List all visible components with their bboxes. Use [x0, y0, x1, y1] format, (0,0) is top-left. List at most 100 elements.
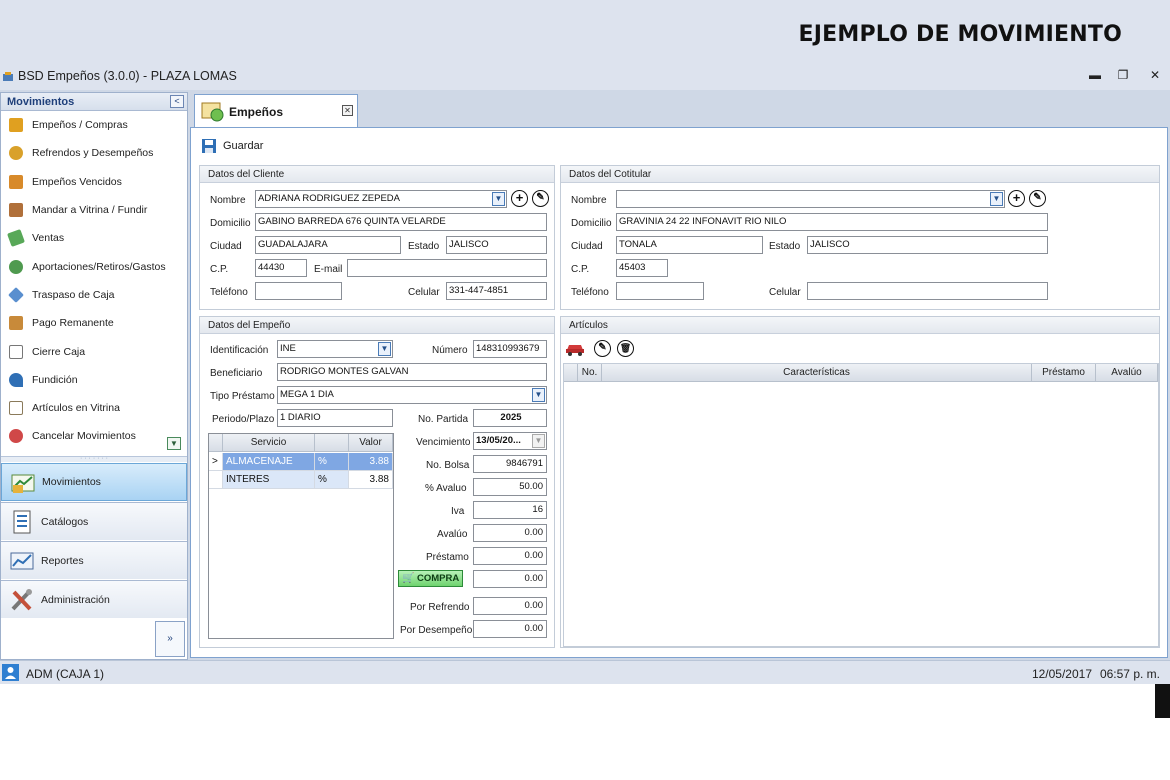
- cliente-nombre-combo[interactable]: ADRIANA RODRIGUEZ ZEPEDA ▼: [255, 190, 507, 208]
- grid-header-tipo[interactable]: [315, 434, 349, 452]
- scroll-down-button[interactable]: ▼: [167, 437, 181, 450]
- chevron-down-icon[interactable]: ▼: [532, 388, 545, 402]
- sidebar-item-cancelar[interactable]: Cancelar Movimientos: [1, 422, 187, 450]
- iva-field[interactable]: 16: [473, 501, 547, 519]
- cliente-ciudad-field[interactable]: GUADALAJARA: [255, 236, 401, 254]
- sidebar-item-aportaciones[interactable]: Aportaciones/Retiros/Gastos: [1, 252, 187, 280]
- table-cell[interactable]: 3.88: [349, 471, 393, 489]
- prestamo-field[interactable]: 0.00: [473, 547, 547, 565]
- sidebar-header-label: Movimientos: [7, 96, 75, 108]
- grid-header-caracteristicas[interactable]: Características: [602, 364, 1032, 382]
- tipo-prestamo-combo[interactable]: MEGA 1 DIA ▼: [277, 386, 547, 404]
- save-button[interactable]: Guardar: [201, 138, 263, 154]
- cotitular-nombre-combo[interactable]: ▼: [616, 190, 1005, 208]
- add-cliente-button[interactable]: +: [511, 190, 528, 207]
- sidebar-item-ventas[interactable]: Ventas: [1, 224, 187, 252]
- edit-cotitular-button[interactable]: ✎: [1029, 190, 1046, 207]
- sidebar-item-fundicion[interactable]: Fundición: [1, 366, 187, 394]
- table-cell[interactable]: INTERES: [223, 471, 315, 489]
- section-movimientos[interactable]: Movimientos: [1, 463, 187, 501]
- bolsa-field[interactable]: 9846791: [473, 455, 547, 473]
- celular-label: Celular: [769, 287, 801, 298]
- tab-empenos[interactable]: Empeños ✕: [194, 94, 358, 128]
- main-area: Empeños ✕ Guardar Datos del Cliente Nomb…: [190, 92, 1168, 658]
- expand-sections-button[interactable]: »: [155, 621, 185, 657]
- payment-icon: [9, 316, 23, 331]
- cotitular-ciudad-field[interactable]: TONALA: [616, 236, 763, 254]
- desempeno-field[interactable]: 0.00: [473, 620, 547, 638]
- cotitular-cp-field[interactable]: 45403: [616, 259, 668, 277]
- periodo-field[interactable]: 1 DIARIO: [277, 409, 393, 427]
- avaluo-field[interactable]: 0.00: [473, 524, 547, 542]
- refrendo-field[interactable]: 0.00: [473, 597, 547, 615]
- empeno-title: Datos del Empeño: [200, 317, 554, 334]
- cliente-cp-field[interactable]: 44430: [255, 259, 307, 277]
- domicilio-label: Domicilio: [571, 218, 612, 229]
- grid-header-servicio[interactable]: Servicio: [223, 434, 315, 452]
- vencimiento-picker[interactable]: 13/05/20... ▼: [473, 432, 547, 450]
- cliente-domicilio-field[interactable]: GABINO BARREDA 676 QUINTA VELARDE: [255, 213, 547, 231]
- sidebar-item-empenos-compras[interactable]: Empeños / Compras: [1, 111, 187, 139]
- avaluo-pct-label: % Avaluo: [425, 483, 467, 494]
- compra-button[interactable]: 🛒 COMPRA: [398, 570, 463, 587]
- cotitular-telefono-field[interactable]: [616, 282, 704, 300]
- cotitular-estado-field[interactable]: JALISCO: [807, 236, 1048, 254]
- sidebar-item-pago-remanente[interactable]: Pago Remanente: [1, 309, 187, 337]
- sidebar-item-vitrina-fundir[interactable]: Mandar a Vitrina / Fundir: [1, 196, 187, 224]
- grid-header-valor[interactable]: Valor: [349, 434, 393, 452]
- showcase-icon: [9, 401, 23, 416]
- grid-header-no[interactable]: No.: [578, 364, 602, 382]
- cotitular-celular-field[interactable]: [807, 282, 1048, 300]
- chevron-down-icon[interactable]: ▼: [492, 192, 505, 206]
- grid-header-avaluo[interactable]: Avalúo: [1096, 364, 1158, 382]
- empeno-panel: Datos del Empeño Identificación INE ▼ Núm…: [199, 316, 555, 648]
- cliente-email-field[interactable]: [347, 259, 547, 277]
- bolsa-label: No. Bolsa: [426, 460, 470, 471]
- table-cell[interactable]: ALMACENAJE: [223, 453, 315, 471]
- cliente-celular-field[interactable]: 331-447-4851: [446, 282, 547, 300]
- sidebar-item-traspaso[interactable]: Traspaso de Caja: [1, 281, 187, 309]
- beneficiario-field[interactable]: RODRIGO MONTES GALVAN: [277, 363, 547, 381]
- section-label: Movimientos: [42, 476, 101, 488]
- section-label: Catálogos: [41, 515, 89, 528]
- minimize-button[interactable]: ▬: [1087, 68, 1103, 86]
- cotitular-domicilio-field[interactable]: GRAVINIA 24 22 INFONAVIT RIO NILO: [616, 213, 1048, 231]
- splitter-grip[interactable]: · · · · · · ·: [1, 455, 187, 462]
- delete-articulo-button[interactable]: 🗑: [617, 340, 634, 357]
- tipo-prestamo-value: MEGA 1 DIA: [280, 389, 334, 400]
- sidebar-item-articulos-vitrina[interactable]: Artículos en Vitrina: [1, 394, 187, 422]
- identificacion-combo[interactable]: INE ▼: [277, 340, 393, 358]
- sidebar-item-cierre-caja[interactable]: Cierre Caja: [1, 337, 187, 365]
- close-window-button[interactable]: ✕: [1147, 68, 1163, 86]
- iva-label: Iva: [451, 506, 465, 517]
- table-cell[interactable]: %: [315, 471, 349, 489]
- compra-field[interactable]: 0.00: [473, 570, 547, 588]
- collapse-sidebar-button[interactable]: <: [170, 95, 184, 108]
- avaluo-pct-field[interactable]: 50.00: [473, 478, 547, 496]
- table-cell[interactable]: %: [315, 453, 349, 471]
- sidebar-item-refrendos[interactable]: Refrendos y Desempeños: [1, 139, 187, 167]
- edit-cliente-button[interactable]: ✎: [532, 190, 549, 207]
- money-icon: [9, 259, 23, 274]
- section-reportes[interactable]: Reportes: [1, 541, 187, 579]
- sidebar-item-label: Fundición: [32, 373, 78, 386]
- cliente-telefono-field[interactable]: [255, 282, 342, 300]
- sidebar-item-empenos-vencidos[interactable]: Empeños Vencidos: [1, 168, 187, 196]
- partida-field[interactable]: 2025: [473, 409, 547, 427]
- chevron-down-icon[interactable]: ▼: [532, 434, 545, 448]
- chevron-down-icon[interactable]: ▼: [990, 192, 1003, 206]
- section-catalogos[interactable]: Catálogos: [1, 502, 187, 540]
- restore-button[interactable]: ❐: [1115, 68, 1131, 86]
- add-cotitular-button[interactable]: +: [1008, 190, 1025, 207]
- sidebar: Movimientos < Empeños / Compras Refrendo…: [0, 92, 188, 660]
- chevron-down-icon[interactable]: ▼: [378, 342, 391, 356]
- numero-field[interactable]: 148310993679: [473, 340, 547, 358]
- close-tab-button[interactable]: ✕: [342, 105, 353, 116]
- numero-label: Número: [432, 345, 468, 356]
- grid-header-prestamo[interactable]: Préstamo: [1032, 364, 1096, 382]
- car-icon[interactable]: [565, 340, 585, 356]
- edit-articulo-button[interactable]: ✎: [594, 340, 611, 357]
- table-cell[interactable]: 3.88: [349, 453, 393, 471]
- cliente-estado-field[interactable]: JALISCO: [446, 236, 547, 254]
- section-administracion[interactable]: Administración: [1, 580, 187, 618]
